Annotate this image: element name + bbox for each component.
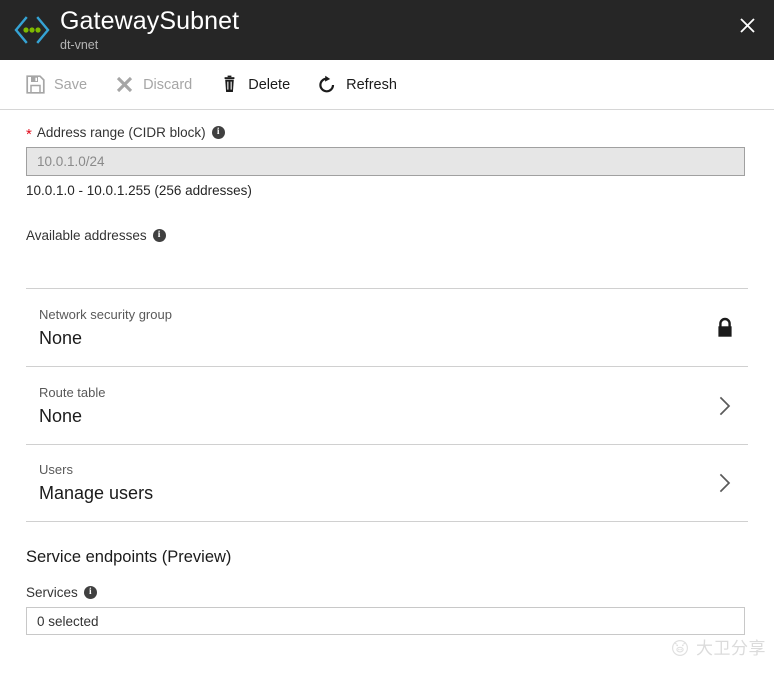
property-value: None [39, 405, 83, 426]
property-rows: Network security group None Route table … [0, 288, 774, 522]
save-label: Save [54, 76, 88, 93]
required-marker: * [26, 126, 32, 143]
available-addresses-field: Available addresses i [0, 198, 774, 264]
blade-content: * Address range (CIDR block) i 10.0.1.0 … [0, 110, 774, 635]
header-titles: GatewaySubnet dt-vnet [60, 6, 240, 52]
info-icon[interactable]: i [211, 126, 225, 139]
route-table-row[interactable]: Route table None [26, 366, 748, 444]
delete-icon [218, 74, 240, 96]
users-row[interactable]: Users Manage users [26, 444, 748, 522]
subnet-icon [10, 10, 54, 50]
address-range-label: * Address range (CIDR block) i [26, 125, 748, 143]
watermark-text: 大卫分享 [696, 639, 766, 659]
property-value: None [39, 327, 83, 348]
refresh-button[interactable]: Refresh [316, 68, 397, 102]
property-value: Manage users [39, 483, 154, 503]
services-select[interactable]: 0 selected [26, 607, 745, 635]
address-range-input[interactable] [26, 147, 745, 176]
pig-logo-icon [669, 636, 691, 658]
available-addresses-label: Available addresses i [26, 228, 748, 243]
watermark: 大卫分享 [669, 634, 766, 659]
available-addresses-value [26, 250, 748, 264]
chevron-right-icon [712, 393, 738, 419]
property-text: Users Manage users [39, 462, 153, 504]
network-security-group-row[interactable]: Network security group None [26, 288, 748, 366]
available-addresses-label-text: Available addresses [26, 228, 147, 243]
info-icon[interactable]: i [152, 229, 166, 242]
refresh-label: Refresh [346, 76, 397, 93]
address-range-field: * Address range (CIDR block) i 10.0.1.0 … [0, 110, 774, 198]
info-icon[interactable]: i [83, 586, 97, 599]
close-button[interactable] [730, 8, 764, 42]
delete-label: Delete [248, 76, 291, 93]
command-toolbar: Save Discard Delete Refresh [0, 60, 774, 110]
refresh-icon [316, 74, 338, 96]
lock-icon [712, 315, 738, 341]
services-label-text: Services [26, 585, 78, 600]
service-endpoints-title: Service endpoints (Preview) [26, 548, 232, 566]
property-name: Network security group [39, 306, 172, 322]
page-title: GatewaySubnet [60, 6, 240, 35]
services-label: Services i [26, 585, 748, 600]
property-name: Route table [39, 384, 106, 400]
property-text: Route table None [39, 385, 106, 427]
services-selected-text: 0 selected [37, 613, 99, 629]
chevron-right-icon [712, 470, 738, 496]
close-icon [739, 17, 755, 33]
address-range-label-text: Address range (CIDR block) [36, 125, 206, 140]
page-subtitle: dt-vnet [60, 37, 99, 52]
address-range-help: 10.0.1.0 - 10.0.1.255 (256 addresses) [26, 183, 252, 198]
discard-label: Discard [143, 76, 193, 93]
property-text: Network security group None [39, 307, 172, 349]
delete-button[interactable]: Delete [218, 68, 290, 102]
service-endpoints-section: Service endpoints (Preview) Services i 0… [0, 522, 774, 635]
discard-button[interactable]: Discard [113, 68, 192, 102]
discard-icon [113, 74, 135, 96]
blade-header: GatewaySubnet dt-vnet [0, 0, 774, 60]
save-button[interactable]: Save [24, 68, 87, 102]
save-icon [24, 74, 46, 96]
property-name: Users [39, 462, 73, 477]
